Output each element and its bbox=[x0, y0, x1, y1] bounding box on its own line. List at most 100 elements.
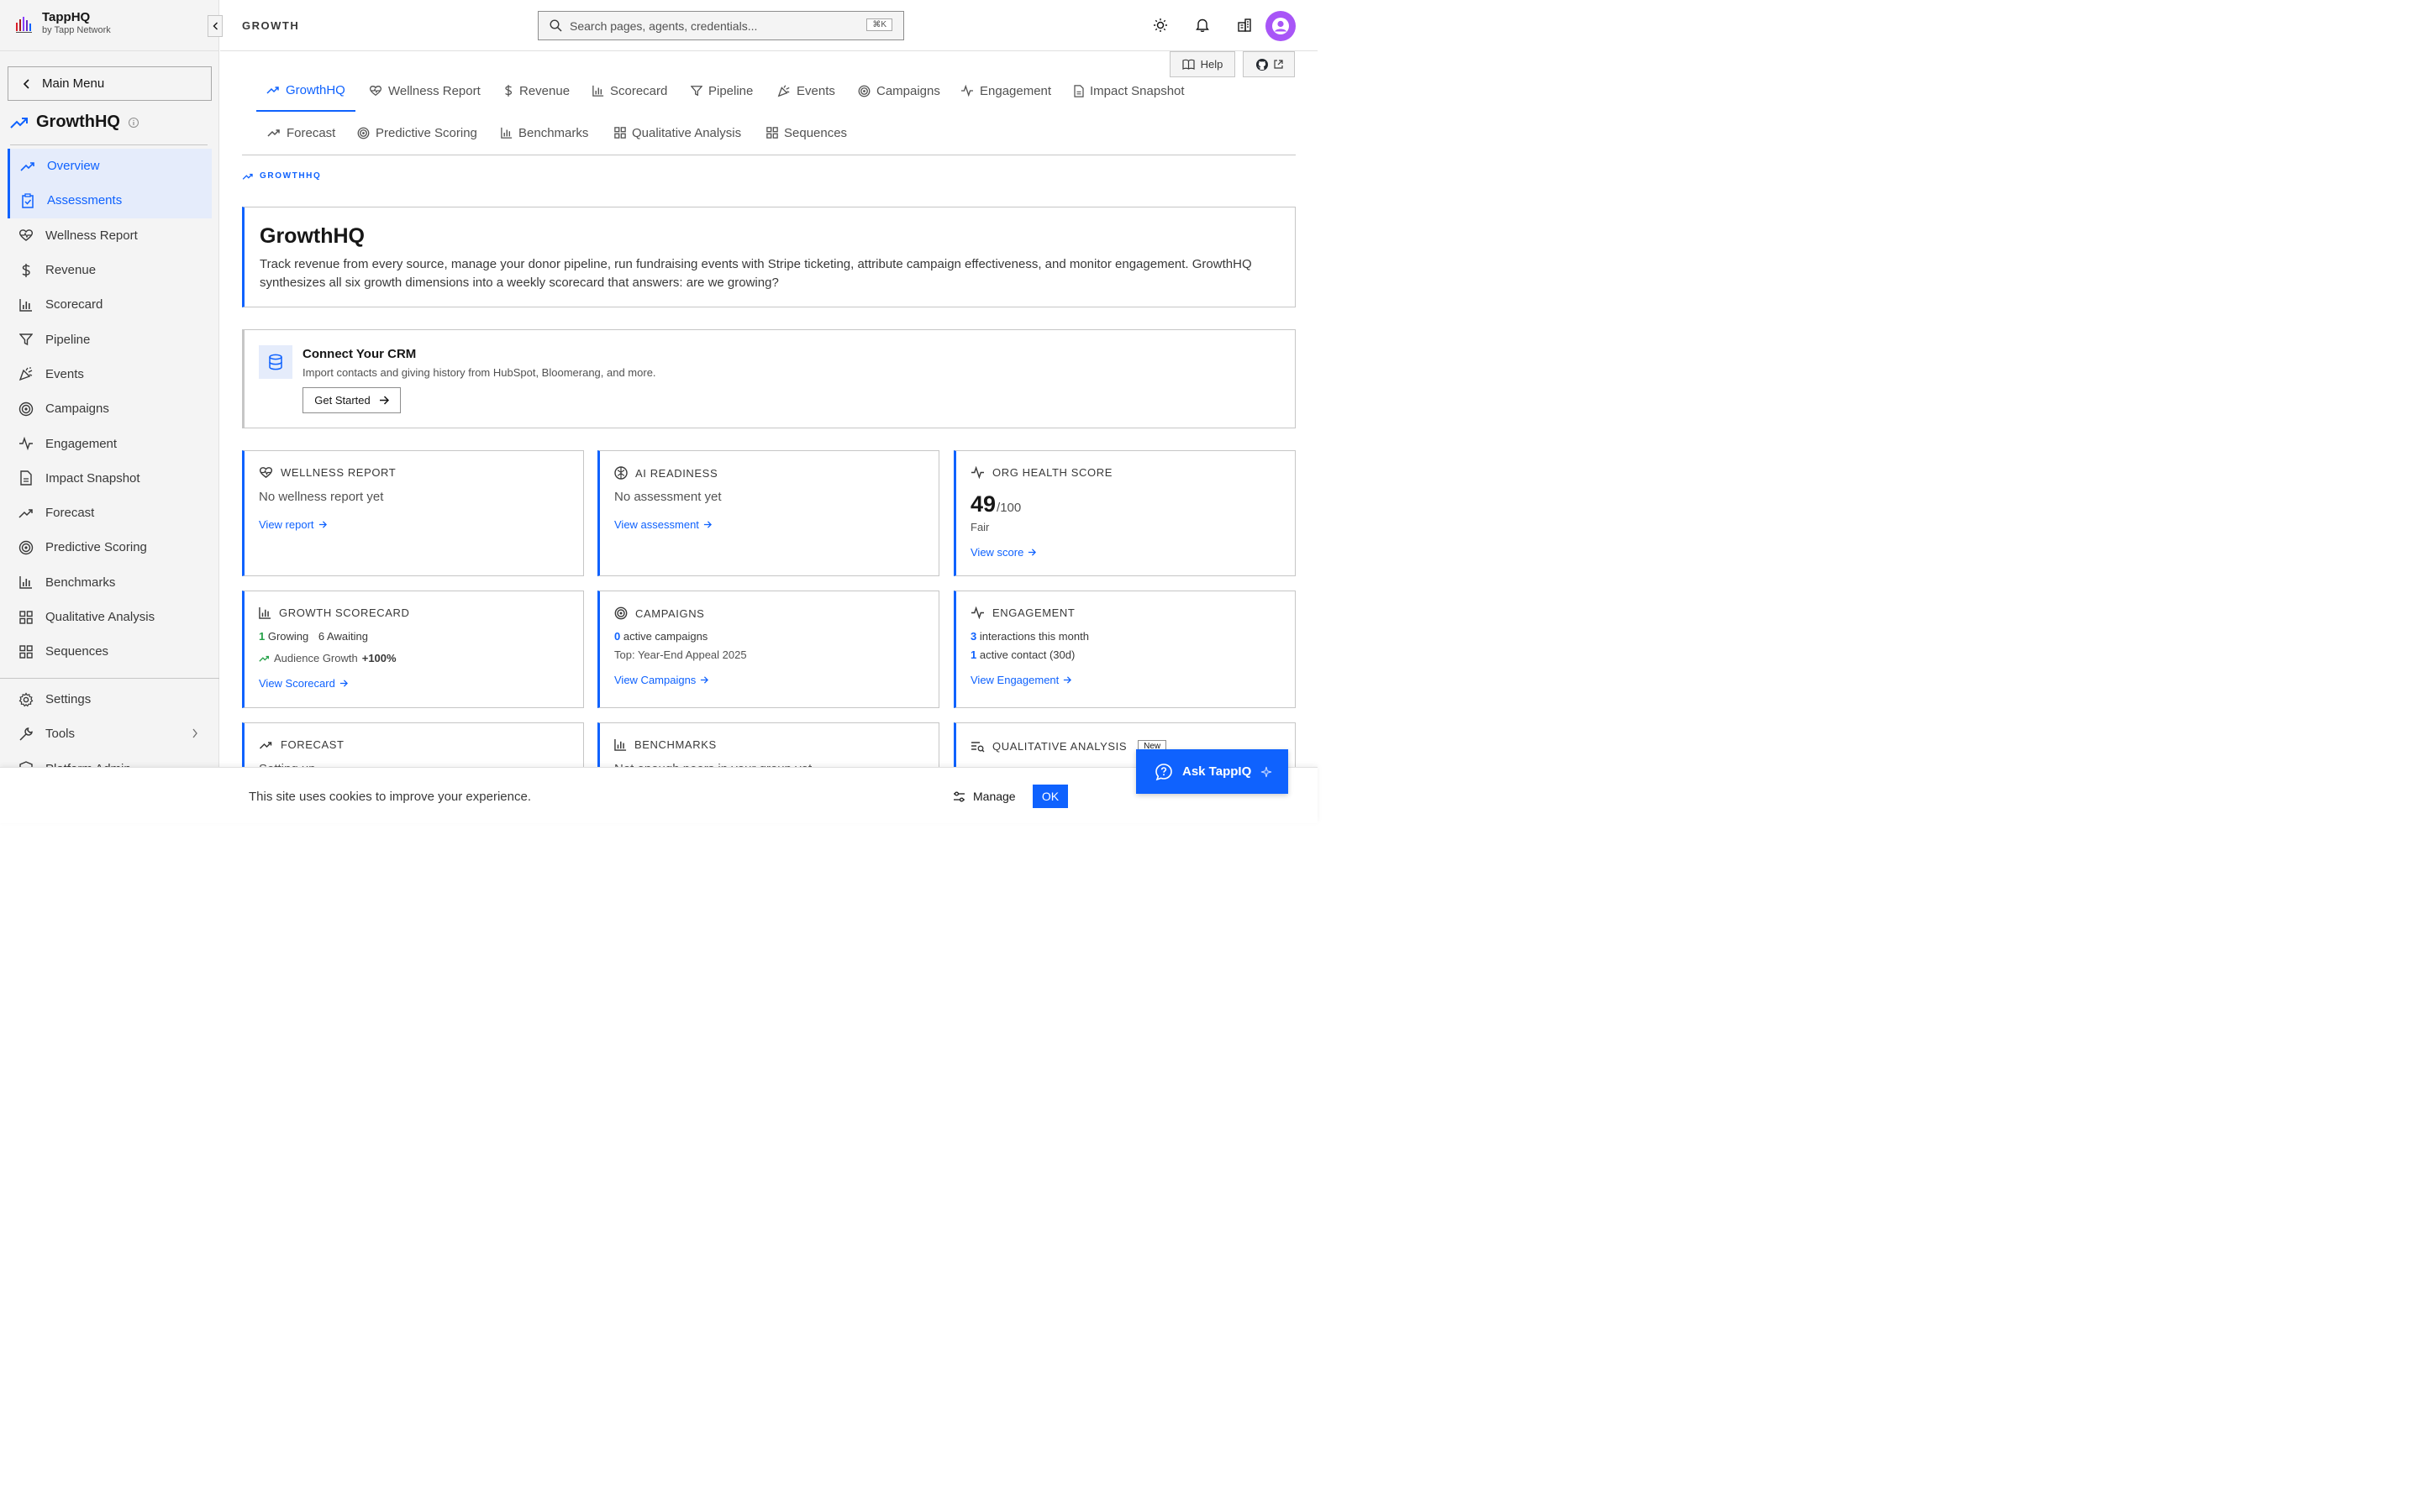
eyebrow-label: GROWTHHQ bbox=[260, 171, 322, 181]
sidebar-item-pipeline[interactable]: Pipeline bbox=[8, 322, 212, 356]
activity-icon bbox=[960, 85, 974, 97]
view-assessment-link[interactable]: View assessment bbox=[614, 518, 712, 531]
sidebar-item-label: Overview bbox=[47, 159, 100, 174]
accept-cookies-button[interactable]: OK bbox=[1033, 785, 1068, 808]
sidebar-item-label: Sequences bbox=[45, 644, 109, 659]
scorecard-trend: Audience Growth +100% bbox=[259, 652, 397, 664]
bar-chart-icon bbox=[18, 575, 34, 590]
sidebar-item-assessments[interactable]: Assessments bbox=[8, 183, 212, 218]
active-campaign-label: active campaigns bbox=[623, 630, 708, 643]
search-input[interactable] bbox=[570, 18, 855, 33]
sidebar-item-label: Impact Snapshot bbox=[45, 470, 140, 486]
trend-up-icon bbox=[259, 740, 273, 750]
sidebar-item-label: Tools bbox=[45, 727, 76, 742]
avatar[interactable] bbox=[1265, 11, 1296, 41]
card-header: ENGAGEMENT bbox=[971, 606, 1075, 619]
tab-qualitative-analysis[interactable]: Qualitative Analysis bbox=[604, 112, 751, 154]
tab-wellness-report[interactable]: Wellness Report bbox=[359, 70, 491, 112]
view-report-link[interactable]: View report bbox=[259, 518, 327, 531]
sidebar-item-benchmarks[interactable]: Benchmarks bbox=[8, 565, 212, 600]
activity-icon bbox=[18, 436, 34, 451]
tab-growthhq[interactable]: GrowthHQ bbox=[256, 70, 355, 112]
view-campaigns-link[interactable]: View Campaigns bbox=[614, 674, 709, 686]
chevron-right-icon bbox=[192, 728, 198, 738]
tab-predictive-scoring[interactable]: Predictive Scoring bbox=[347, 112, 487, 154]
trend-up-icon bbox=[10, 116, 29, 129]
heart-pulse-icon bbox=[18, 228, 34, 243]
tab-label: Campaigns bbox=[876, 83, 940, 98]
tab-sequences[interactable]: Sequences bbox=[756, 112, 857, 154]
sidebar-item-scorecard[interactable]: Scorecard bbox=[8, 287, 212, 322]
get-started-button[interactable]: Get Started bbox=[302, 387, 401, 413]
engagement-card: ENGAGEMENT 3 interactions this month 1 a… bbox=[954, 591, 1296, 708]
tab-benchmarks[interactable]: Benchmarks bbox=[491, 112, 598, 154]
target-icon bbox=[357, 127, 370, 139]
info-icon[interactable] bbox=[128, 117, 139, 129]
grid-icon bbox=[766, 127, 778, 139]
ask-tappiq-button[interactable]: Ask TappIQ bbox=[1136, 749, 1288, 794]
search-list-icon bbox=[971, 741, 985, 753]
sliders-icon bbox=[953, 790, 965, 802]
view-engagement-link[interactable]: View Engagement bbox=[971, 674, 1072, 686]
sidebar-item-label: Forecast bbox=[45, 506, 95, 521]
brand[interactable]: TappHQ by Tapp Network bbox=[15, 10, 111, 36]
sidebar-item-revenue[interactable]: Revenue bbox=[8, 253, 212, 287]
sidebar-item-engagement[interactable]: Engagement bbox=[8, 426, 212, 460]
sidebar-item-label: Settings bbox=[45, 692, 92, 707]
active-campaign-count: 0 bbox=[614, 630, 621, 643]
tab-scorecard[interactable]: Scorecard bbox=[582, 70, 677, 112]
tab-label: Revenue bbox=[519, 83, 571, 98]
divider bbox=[0, 50, 219, 51]
tab-events[interactable]: Events bbox=[767, 70, 845, 112]
sidebar-item-forecast[interactable]: Forecast bbox=[8, 496, 212, 530]
tab-pipeline[interactable]: Pipeline bbox=[681, 70, 763, 112]
health-score: 49 /100 bbox=[971, 491, 1021, 517]
tab-impact-snapshot[interactable]: Impact Snapshot bbox=[1064, 70, 1195, 112]
grid-icon bbox=[614, 127, 626, 139]
sidebar: TappHQ by Tapp Network Main Menu GrowthH… bbox=[0, 0, 219, 823]
building-icon[interactable] bbox=[1236, 17, 1253, 34]
score-value: 49 bbox=[971, 491, 997, 517]
sun-icon[interactable] bbox=[1152, 17, 1169, 34]
ask-tappiq-label: Ask TappIQ bbox=[1182, 764, 1252, 779]
sidebar-item-qualitative-analysis[interactable]: Qualitative Analysis bbox=[8, 600, 212, 634]
tab-engagement[interactable]: Engagement bbox=[950, 70, 1061, 112]
interactions-value: 3 bbox=[971, 630, 977, 643]
divider bbox=[0, 678, 219, 679]
divider bbox=[10, 144, 208, 145]
tab-campaigns[interactable]: Campaigns bbox=[848, 70, 950, 112]
sidebar-item-predictive-scoring[interactable]: Predictive Scoring bbox=[8, 530, 212, 564]
main-menu-button[interactable]: Main Menu bbox=[8, 66, 212, 101]
brand-sub: by Tapp Network bbox=[42, 25, 111, 35]
card-header: AI READINESS bbox=[614, 466, 718, 480]
sidebar-item-sequences[interactable]: Sequences bbox=[8, 634, 212, 669]
manage-cookies-button[interactable]: Manage bbox=[953, 785, 1016, 807]
external-link-icon bbox=[1273, 60, 1283, 69]
sidebar-item-wellness-report[interactable]: Wellness Report bbox=[8, 218, 212, 253]
sidebar-item-events[interactable]: Events bbox=[8, 357, 212, 391]
bar-chart-icon bbox=[614, 738, 627, 751]
trend-up-icon bbox=[259, 654, 270, 663]
bell-icon[interactable] bbox=[1194, 17, 1211, 34]
sidebar-item-impact-snapshot[interactable]: Impact Snapshot bbox=[8, 461, 212, 496]
arrow-right-icon bbox=[703, 521, 712, 528]
sidebar-item-tools[interactable]: Tools bbox=[8, 717, 212, 751]
sidebar-item-overview[interactable]: Overview bbox=[8, 149, 212, 184]
search-icon bbox=[550, 19, 562, 32]
search-box[interactable]: ⌘K bbox=[538, 11, 904, 40]
tab-revenue[interactable]: Revenue bbox=[493, 70, 580, 112]
funnel-icon bbox=[691, 85, 702, 97]
card-title: FORECAST bbox=[281, 738, 345, 751]
view-scorecard-link[interactable]: View Scorecard bbox=[259, 677, 348, 690]
bar-chart-icon bbox=[18, 297, 34, 312]
card-title: BENCHMARKS bbox=[634, 738, 717, 751]
collapse-sidebar-button[interactable] bbox=[208, 15, 223, 37]
view-score-link[interactable]: View score bbox=[971, 546, 1037, 559]
sidebar-item-campaigns[interactable]: Campaigns bbox=[8, 391, 212, 426]
tab-forecast[interactable]: Forecast bbox=[257, 112, 345, 154]
bar-chart-icon bbox=[592, 85, 604, 97]
crm-connect-panel: Connect Your CRM Import contacts and giv… bbox=[242, 329, 1296, 428]
sidebar-item-settings[interactable]: Settings bbox=[8, 682, 212, 717]
tab-label: Impact Snapshot bbox=[1090, 83, 1185, 98]
card-title: AI READINESS bbox=[635, 466, 718, 480]
